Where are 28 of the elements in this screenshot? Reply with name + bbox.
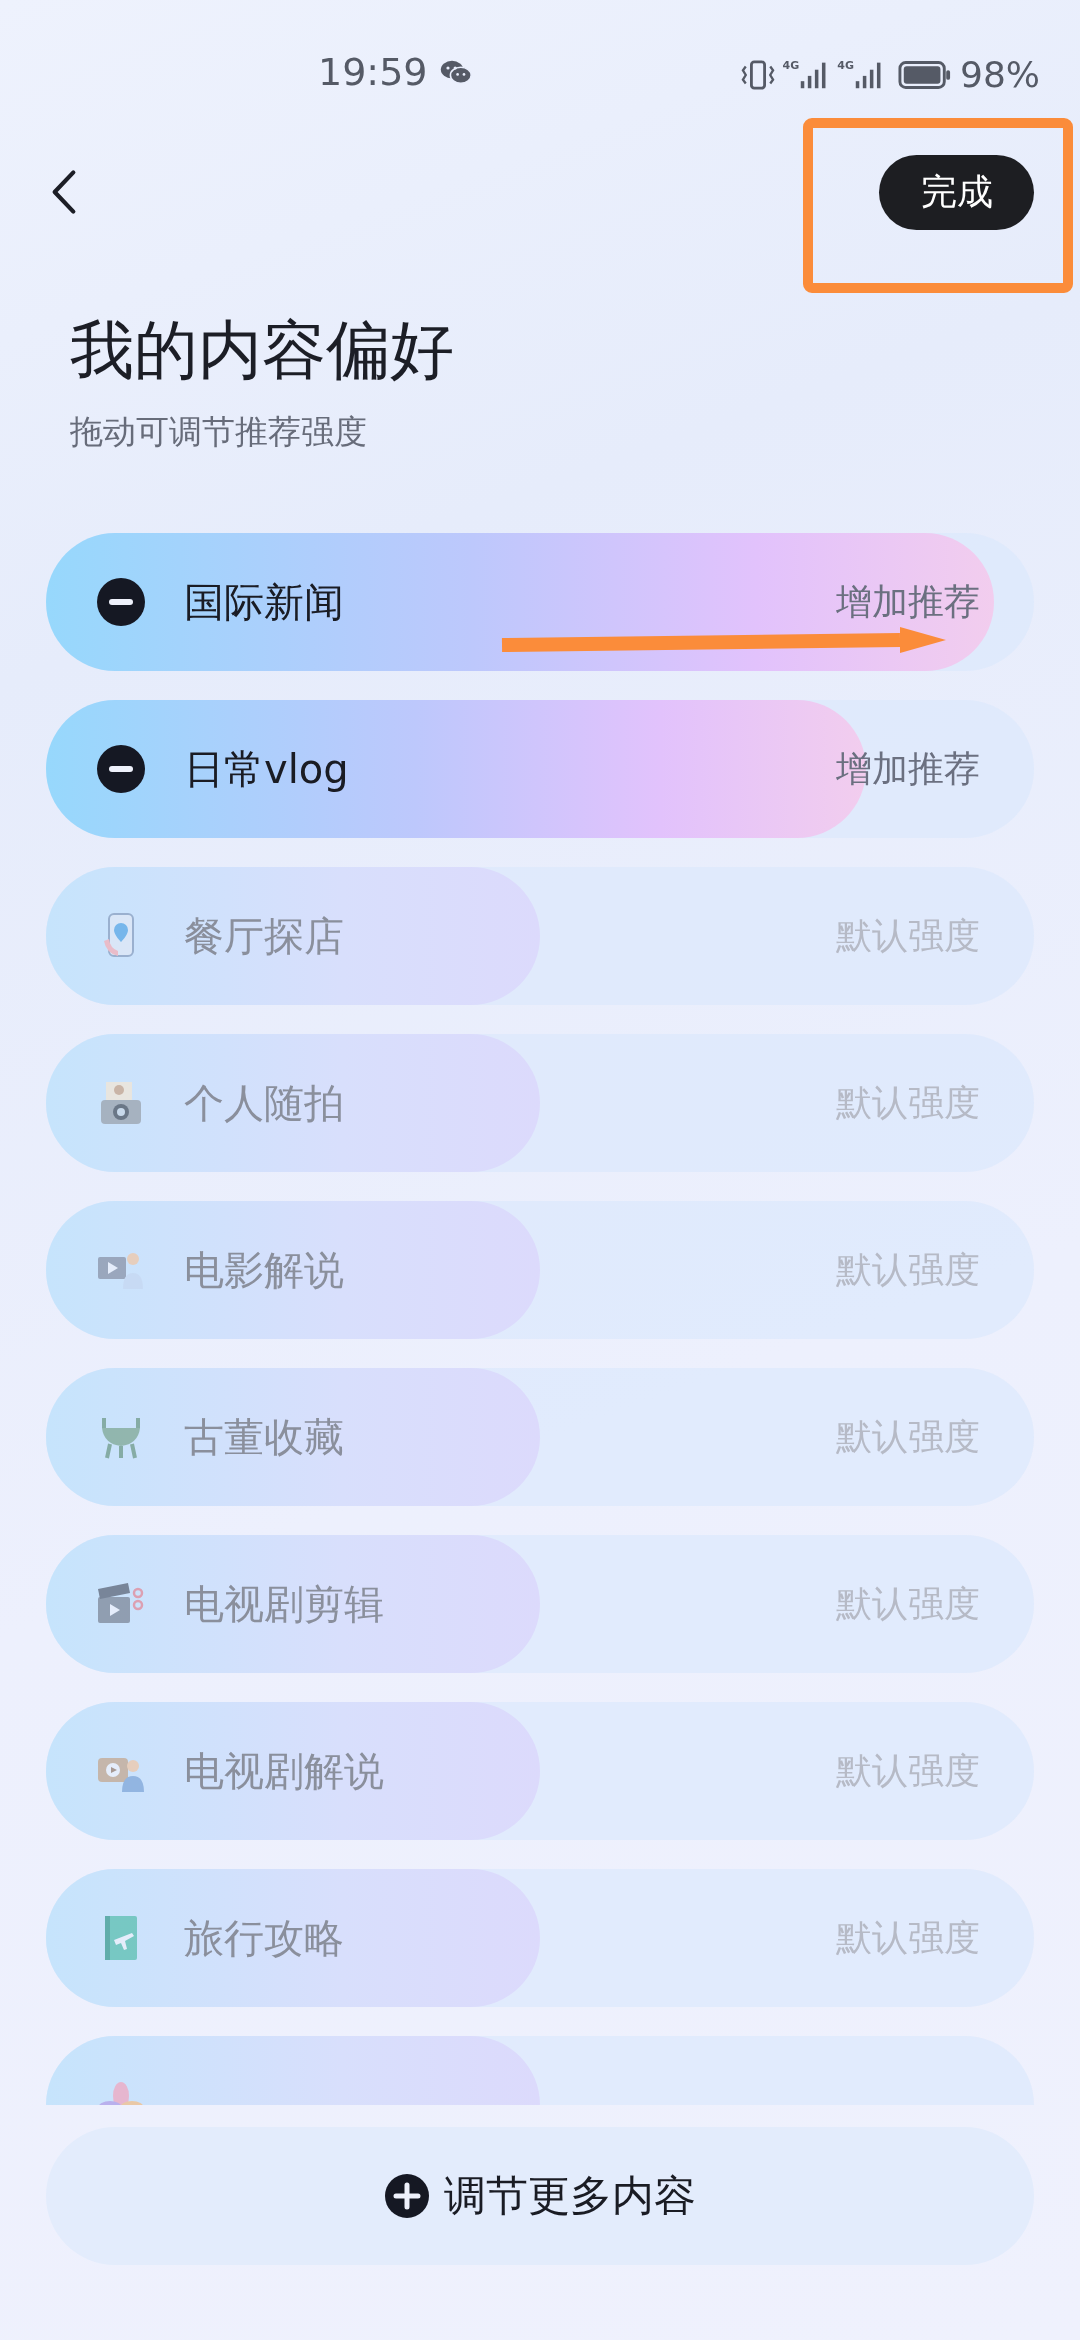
page-title: 我的内容偏好 [70,312,455,388]
topic-label: 旅行攻略 [184,1913,344,1963]
remove-icon[interactable] [96,744,146,794]
battery-percent: 98% [960,54,1040,95]
topic-label: 日常vlog [184,744,349,794]
topic-label: 古董收藏 [184,1412,344,1462]
topic-label: 个人随拍 [184,1078,344,1128]
page-subtitle: 拖动可调节推荐强度 [70,411,368,453]
network-label: 4G [837,59,854,72]
plus-icon [384,2173,430,2219]
vibrate-icon [740,58,775,91]
topic-label: 电视剧剪辑 [184,1579,384,1629]
strength-label: 增加推荐 [836,746,980,791]
topic-label: 国际新闻 [184,577,344,627]
preference-slider[interactable]: 国际新闻 增加推荐 [46,533,1034,671]
network-label: 4G [782,59,800,72]
topic-label: 餐厅探店 [184,911,344,961]
chat-bubbles-icon [439,58,472,86]
topic-label: 电影解说 [184,1245,344,1295]
status-time: 19:59 [318,50,428,94]
strength-label: 增加推荐 [836,579,980,624]
battery-icon [898,59,952,90]
preference-slider[interactable]: 日常vlog 增加推荐 [46,700,1034,838]
remove-icon[interactable] [96,577,146,627]
back-icon[interactable] [50,167,78,217]
done-button[interactable]: 完成 [879,154,1034,230]
adjust-more-button[interactable]: 调节更多内容 [46,2127,1034,2265]
topic-label: 电视剧解说 [184,1746,384,1796]
